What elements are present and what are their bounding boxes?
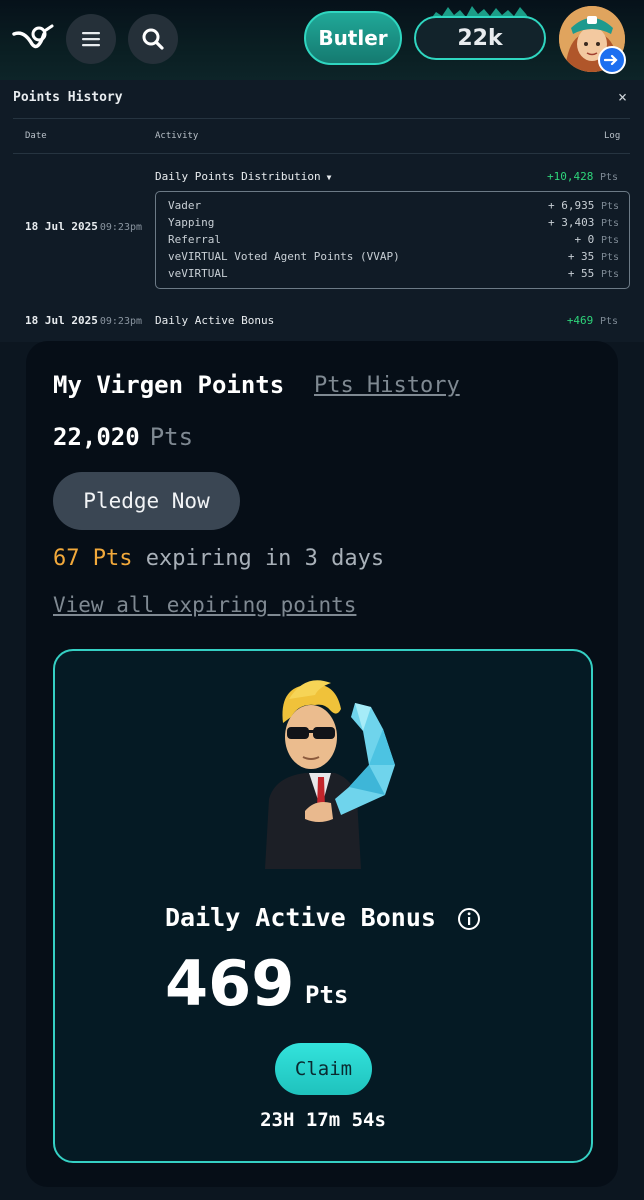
expiring-points-notice: 67 Pts expiring in 3 days (53, 546, 385, 571)
daily-bonus-value: 469 (165, 947, 295, 1020)
column-header-date: Date (25, 131, 47, 141)
card-title: My Virgen Points (53, 371, 285, 399)
virtuals-logo-icon[interactable] (12, 22, 54, 56)
claim-countdown: 23H 17m 54s (260, 1109, 386, 1131)
pledge-now-button[interactable]: Pledge Now (53, 472, 240, 530)
claim-button[interactable]: Claim (275, 1043, 372, 1095)
points-balance-pill[interactable]: 22k (414, 16, 546, 60)
view-expiring-link[interactable]: View all expiring points (53, 593, 356, 617)
search-button[interactable] (128, 14, 178, 64)
divider (13, 153, 630, 154)
points-balance: 22,020 Pts (53, 423, 194, 451)
points-history-title: Points History (13, 90, 123, 105)
info-icon[interactable] (457, 907, 481, 931)
points-history-panel: Points History × Date Activity Log 18 Ju… (0, 80, 644, 342)
distribution-breakdown: Vader + 6,935 Pts Yapping + 3,403 Pts Re… (155, 191, 630, 289)
history-row-date: 18 Jul 2025 09:23pm (25, 220, 143, 233)
distribution-toggle[interactable]: Daily Points Distribution ▼ (155, 170, 331, 183)
butler-button[interactable]: Butler (304, 11, 402, 65)
column-header-log: Log (604, 131, 621, 141)
daily-bonus-title: Daily Active Bonus (165, 903, 436, 932)
flexing-mascot-illustration (265, 680, 395, 869)
daily-bonus-unit: Pts (305, 981, 349, 1009)
history-row-activity: Daily Active Bonus (155, 314, 275, 327)
logout-arrow-icon[interactable] (598, 46, 626, 74)
breakdown-row: Vader + 6,935 Pts (168, 199, 619, 212)
history-row-log: +469 Pts (566, 314, 618, 327)
column-header-activity: Activity (155, 131, 199, 141)
search-icon (142, 28, 164, 50)
caret-down-icon: ▼ (326, 172, 332, 182)
close-icon[interactable]: × (618, 88, 627, 106)
breakdown-row: veVIRTUAL Voted Agent Points (VVAP) + 35… (168, 250, 619, 263)
breakdown-row: veVIRTUAL + 55 Pts (168, 267, 619, 280)
breakdown-row: Yapping + 3,403 Pts (168, 216, 619, 229)
pts-history-link[interactable]: Pts History (314, 373, 460, 398)
distribution-total: +10,428 Pts (546, 170, 618, 183)
divider (13, 118, 630, 119)
virgen-points-card: My Virgen Points Pts History 22,020 Pts P… (26, 341, 618, 1187)
daily-bonus-box: Daily Active Bonus 469 Pts Claim 23H 17m… (53, 649, 593, 1163)
breakdown-row: Referral + 0 Pts (168, 233, 619, 246)
history-row-date: 18 Jul 2025 09:23pm (25, 314, 143, 327)
menu-button[interactable] (66, 14, 116, 64)
top-navigation-bar: Butler 22k (0, 0, 644, 80)
hamburger-menu-icon (82, 32, 100, 47)
